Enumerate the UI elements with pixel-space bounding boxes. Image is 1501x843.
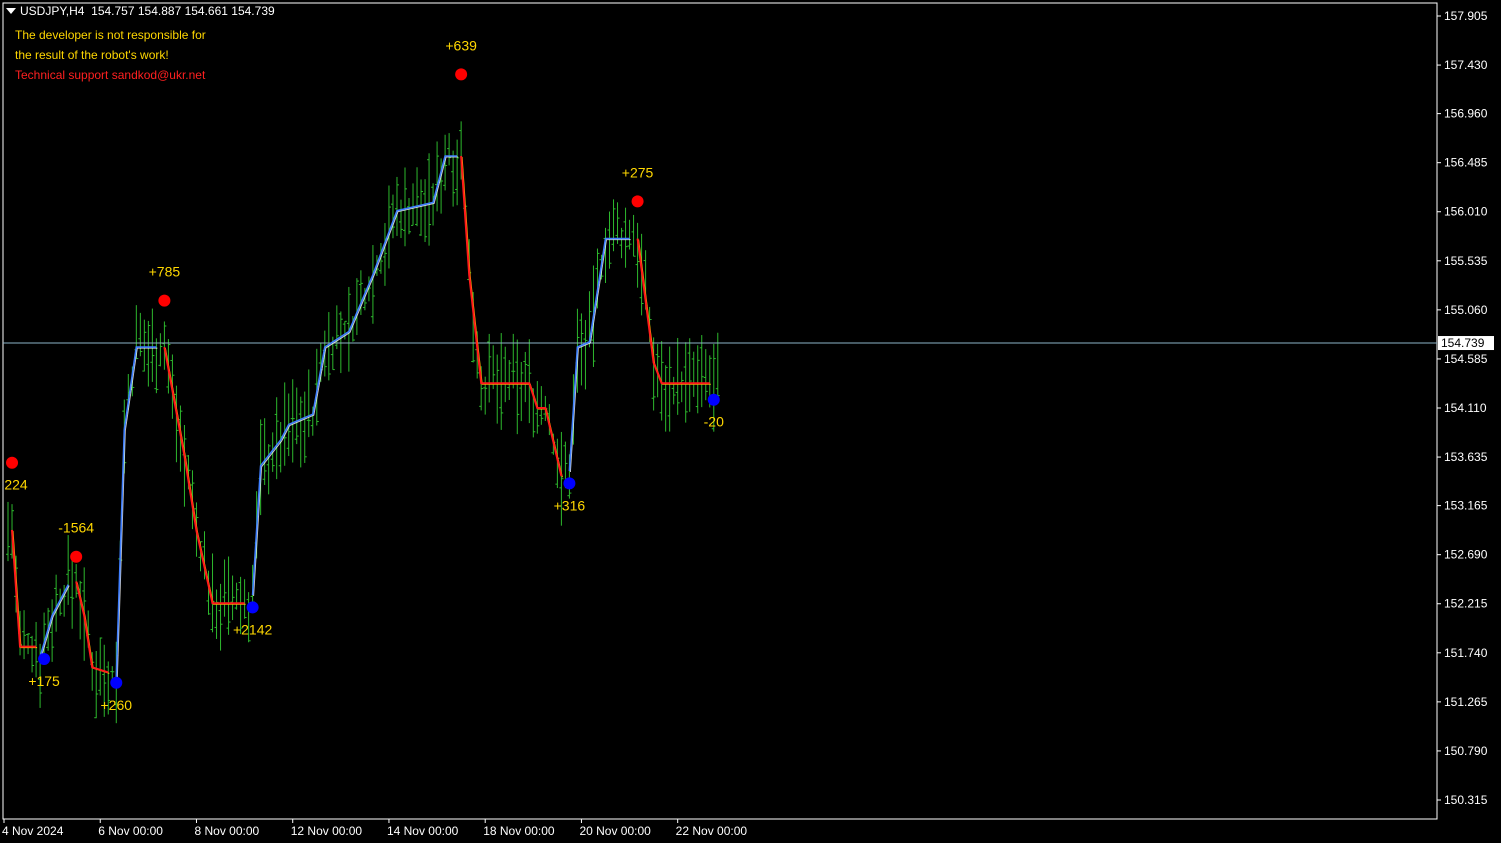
uptrend-line-shadow <box>253 156 459 597</box>
buy-signal-marker[interactable] <box>707 393 720 406</box>
uptrend-line-shadow <box>116 347 158 679</box>
y-axis-tick-label: 153.635 <box>1444 450 1488 464</box>
downtrend-line-shadow <box>164 348 246 605</box>
y-axis-tick-label: 152.215 <box>1444 597 1488 611</box>
y-axis-tick-label: 156.485 <box>1444 156 1488 170</box>
uptrend-line <box>115 346 157 678</box>
downtrend-line <box>636 238 710 385</box>
trade-result-label: +175 <box>28 673 60 689</box>
y-axis-tick-label: 151.265 <box>1444 695 1488 709</box>
trade-result-label: +639 <box>445 37 477 53</box>
y-axis-tick-label: 151.740 <box>1444 646 1488 660</box>
x-axis-tick-label: 18 Nov 00:00 <box>483 824 555 838</box>
y-axis-tick-label: 152.690 <box>1444 548 1488 562</box>
downtrend-line-shadow <box>461 156 563 478</box>
y-axis-tick-label: 156.010 <box>1444 205 1488 219</box>
x-axis-tick-label: 22 Nov 00:00 <box>676 824 748 838</box>
current-price-label: 154.739 <box>1441 336 1485 350</box>
sell-signal-marker[interactable] <box>631 195 644 208</box>
y-axis-tick-label: 153.165 <box>1444 499 1488 513</box>
trade-result-label: -20 <box>704 414 724 430</box>
y-axis-tick-label: 154.585 <box>1444 352 1488 366</box>
y-axis-tick-label: 150.315 <box>1444 793 1488 807</box>
trade-result-label: 224 <box>4 477 28 493</box>
sell-signal-marker[interactable] <box>455 68 468 81</box>
trade-result-label: +785 <box>149 264 181 280</box>
x-axis-tick-label: 14 Nov 00:00 <box>387 824 459 838</box>
sell-signal-marker[interactable] <box>158 294 171 307</box>
downtrend-line <box>163 346 245 605</box>
trade-result-label: -1564 <box>58 520 94 536</box>
buy-signal-marker[interactable] <box>246 601 259 614</box>
x-axis-tick-label: 6 Nov 00:00 <box>98 824 163 838</box>
y-axis-tick-label: 157.905 <box>1444 9 1488 23</box>
sell-signal-marker[interactable] <box>70 550 83 563</box>
buy-signal-marker[interactable] <box>563 477 576 490</box>
trade-result-label: +316 <box>554 497 586 513</box>
downtrend-line <box>460 155 563 477</box>
y-axis-tick-label: 156.960 <box>1444 107 1488 121</box>
x-axis-tick-label: 12 Nov 00:00 <box>291 824 363 838</box>
uptrend-line <box>251 155 458 596</box>
x-axis-tick-label: 4 Nov 2024 <box>2 824 64 838</box>
trade-result-label: +2142 <box>233 621 273 637</box>
x-axis-tick-label: 20 Nov 00:00 <box>579 824 651 838</box>
plot-frame <box>2 2 1438 820</box>
y-axis-tick-label: 155.060 <box>1444 303 1488 317</box>
x-axis-tick-label: 8 Nov 00:00 <box>194 824 259 838</box>
y-axis-tick-label: 154.110 <box>1444 401 1487 415</box>
buy-signal-marker[interactable] <box>38 653 51 666</box>
trade-result-label: +260 <box>101 697 133 713</box>
sell-signal-marker[interactable] <box>6 456 19 469</box>
trade-result-label: +275 <box>622 164 654 180</box>
y-axis-tick-label: 150.790 <box>1444 744 1488 758</box>
buy-signal-marker[interactable] <box>110 676 123 689</box>
price-chart[interactable]: 224 +175 -1564 +260 +785 +2142 +639 +316 +275 -20… <box>0 0 1501 843</box>
y-axis-tick-label: 155.535 <box>1444 254 1488 268</box>
y-axis-tick-label: 157.430 <box>1444 58 1488 72</box>
